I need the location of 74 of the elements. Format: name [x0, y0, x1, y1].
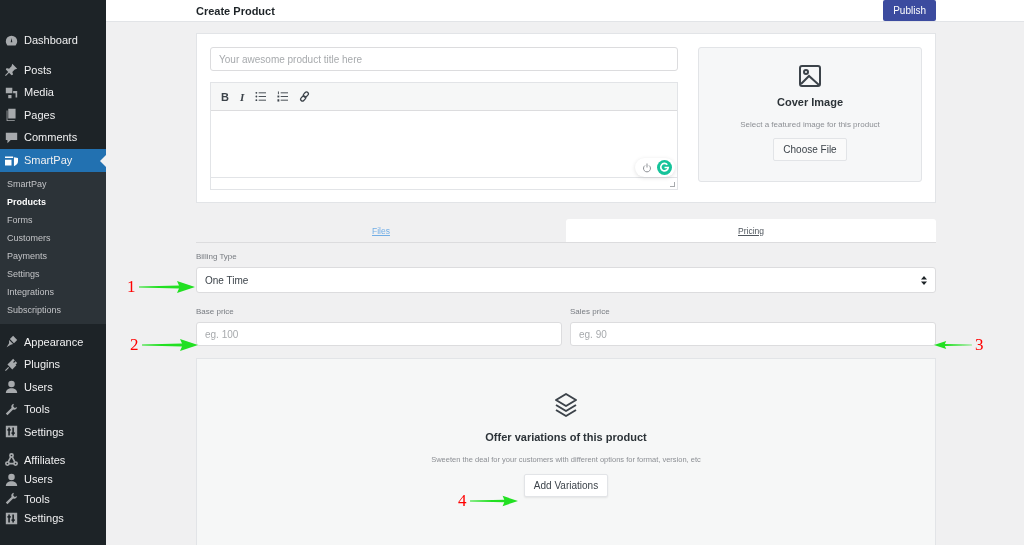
bullet-list-icon — [255, 91, 267, 102]
submenu-item[interactable]: SmartPay — [0, 174, 106, 193]
menu-item[interactable]: Users — [0, 469, 106, 489]
price-field[interactable]: eg. 90 — [570, 322, 936, 346]
menu-item[interactable]: Media — [0, 81, 106, 104]
speech-bubble-icon — [5, 130, 18, 144]
bold-button[interactable]: B — [219, 90, 231, 103]
price-field[interactable]: eg. 100 — [196, 322, 562, 346]
submenu-item[interactable]: Customers — [0, 228, 106, 247]
menu-item[interactable]: Tools — [0, 489, 106, 509]
menu-item[interactable]: Comments — [0, 126, 106, 149]
bullet-list-button[interactable] — [253, 91, 269, 102]
arrow-icon — [141, 339, 198, 351]
wrench-icon — [5, 402, 18, 416]
submenu-item[interactable]: Products — [0, 192, 106, 211]
menu-item[interactable]: Posts — [0, 58, 106, 81]
submenu-item[interactable]: Settings — [0, 264, 106, 283]
annotation-number: 4 — [458, 491, 467, 511]
wrench-icon — [5, 492, 18, 506]
menu-item[interactable]: Dashboard — [0, 29, 106, 52]
gauge-icon — [5, 33, 18, 47]
pages-icon — [5, 108, 18, 122]
arrow-icon — [469, 495, 518, 507]
choose-file-button[interactable]: Choose File — [773, 138, 847, 161]
link-icon — [299, 91, 311, 102]
network-icon — [5, 453, 18, 467]
resize-grip-icon — [670, 182, 675, 187]
page-title: Create Product — [196, 4, 275, 17]
arrow-icon — [138, 281, 195, 293]
submenu-item[interactable]: Forms — [0, 210, 106, 229]
publish-button[interactable]: Publish — [883, 0, 936, 21]
user-icon — [5, 380, 18, 394]
menu-item[interactable]: Users — [0, 375, 106, 398]
brush-icon — [5, 335, 18, 349]
field-label: Sales price — [570, 307, 611, 316]
image-icon — [799, 65, 821, 87]
cover-image-title: Cover Image — [777, 96, 843, 108]
power-icon — [642, 162, 652, 173]
annotation-number: 1 — [127, 277, 136, 297]
menu-item[interactable]: Tools — [0, 398, 106, 421]
add-variations-button[interactable]: Add Variations — [523, 474, 609, 497]
menu-item[interactable]: Settings — [0, 420, 106, 443]
layers-icon — [552, 391, 580, 419]
numbered-list-icon — [277, 91, 289, 102]
annotation-number: 3 — [975, 335, 984, 355]
submenu-item[interactable]: Integrations — [0, 282, 106, 301]
sliders-icon — [5, 425, 18, 439]
numbered-list-button[interactable] — [275, 91, 291, 102]
menu-item[interactable]: Appearance — [0, 330, 106, 353]
menu-item[interactable]: Plugins — [0, 353, 106, 376]
sort-caret-icon — [921, 275, 927, 285]
field-label: Base price — [196, 307, 235, 316]
sliders-icon — [5, 511, 18, 525]
title-field[interactable]: Your awesome product title here — [210, 47, 678, 71]
text-editor[interactable]: B I — [210, 82, 678, 190]
submenu-item[interactable]: Payments — [0, 246, 106, 265]
card-shield-icon — [5, 153, 18, 167]
menu-item[interactable]: Affiliates — [0, 450, 106, 470]
annotation-number: 2 — [130, 335, 139, 355]
submenu-item[interactable]: Subscriptions — [0, 300, 106, 319]
media-icon — [5, 85, 18, 99]
pin-icon — [5, 63, 18, 77]
field-label: Billing Type — [196, 252, 238, 261]
user-icon — [5, 472, 18, 486]
plug-icon — [5, 357, 18, 371]
italic-button[interactable]: I — [237, 90, 247, 103]
menu-item[interactable]: SmartPay — [0, 148, 106, 172]
cover-image-hint: Select a featured image for this product — [740, 120, 880, 129]
tab[interactable]: Pricing — [566, 219, 936, 242]
billing-type-select[interactable]: One Time — [196, 267, 936, 293]
assistant-logo-icon — [657, 160, 672, 175]
variations-title: Offer variations of this product — [485, 431, 647, 443]
menu-item[interactable]: Pages — [0, 103, 106, 126]
menu-item[interactable]: Settings — [0, 508, 106, 528]
